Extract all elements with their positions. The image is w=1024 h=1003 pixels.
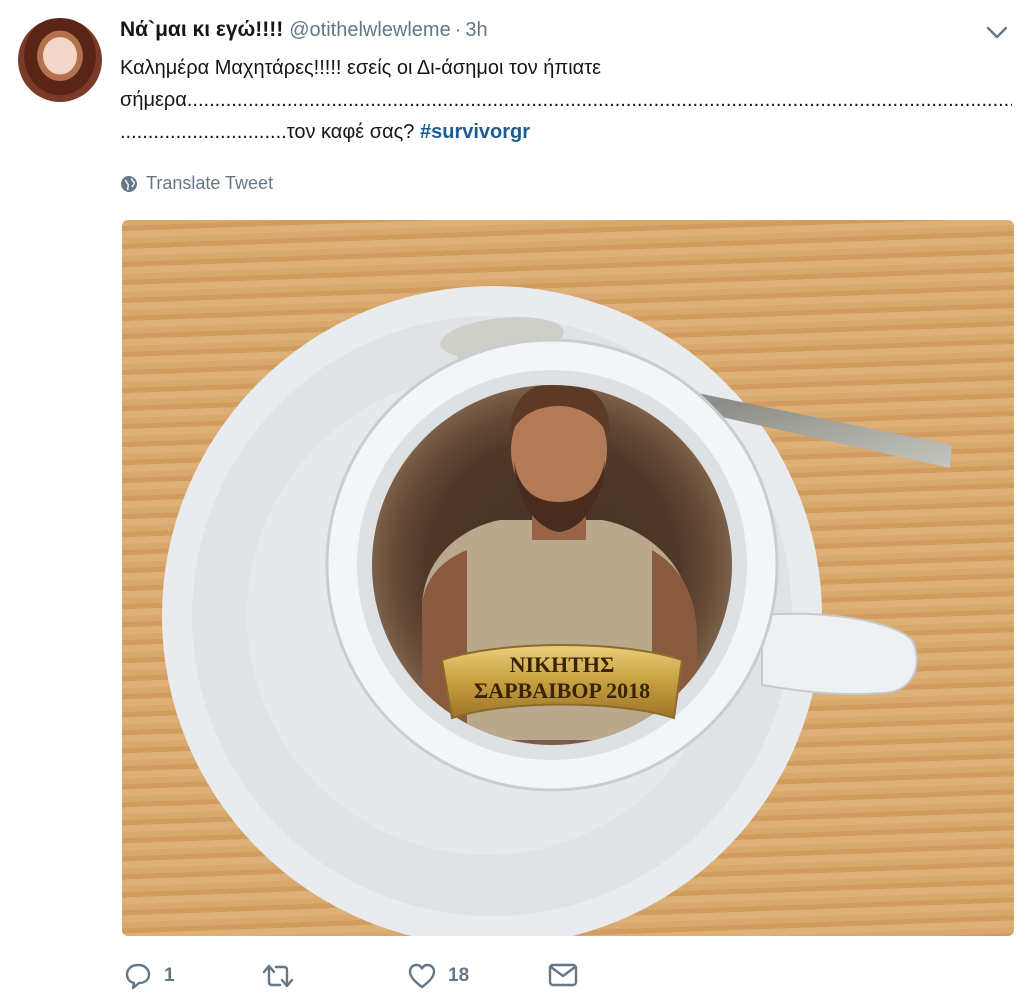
translate-label: Translate Tweet [146, 173, 274, 193]
header-separator: · [454, 19, 462, 41]
reply-icon [125, 963, 151, 990]
heart-icon [408, 963, 436, 989]
message-icon [548, 963, 578, 987]
tweet-text: Καλημέρα Μαχητάρες!!!!! εσείς οι Δι-άσημ… [120, 52, 1012, 148]
cup-handle [761, 612, 918, 696]
chevron-down-icon[interactable] [984, 22, 1010, 42]
banner-line-1: ΝΙΚΗΤΗΣ [510, 652, 615, 677]
retweet-icon [262, 964, 294, 988]
author-name[interactable]: Νά`μαι κι εγώ!!!! [120, 18, 283, 42]
like-button[interactable]: 18 [408, 962, 469, 990]
avatar[interactable] [18, 18, 102, 102]
translate-tweet-link[interactable]: Translate Tweet [120, 173, 273, 194]
direct-message-button[interactable] [548, 962, 578, 988]
tweet-text-line-3: ..............................τον καφέ σ… [120, 116, 1012, 148]
hashtag-link[interactable]: #survivorgr [420, 121, 530, 143]
tweet-text-line-2: σήμερα..................................… [120, 89, 1012, 111]
tweet-text-dots: .............................. [120, 121, 287, 143]
tweet-header: Νά`μαι κι εγώ!!!! @otithelwlewleme · 3h [120, 18, 488, 46]
tweet-text-line-1: Καλημέρα Μαχητάρες!!!!! εσείς οι Δι-άσημ… [120, 57, 602, 79]
globe-icon [121, 175, 137, 192]
tweet-time[interactable]: 3h [465, 19, 487, 42]
retweet-button[interactable] [262, 962, 306, 990]
tweet-actions: 1 18 [0, 962, 1024, 994]
author-handle[interactable]: @otithelwlewleme [289, 19, 450, 42]
reply-count: 1 [164, 965, 175, 986]
banner-line-2: ΣΑΡΒΑΙΒΟΡ 2018 [474, 678, 650, 703]
like-count: 18 [448, 965, 470, 986]
tweet-media-image[interactable]: ΝΙΚΗΤΗΣ ΣΑΡΒΑΙΒΟΡ 2018 [122, 220, 1014, 936]
reply-button[interactable]: 1 [124, 962, 175, 990]
tweet-text-rest: τον καφέ σας? [286, 121, 420, 143]
